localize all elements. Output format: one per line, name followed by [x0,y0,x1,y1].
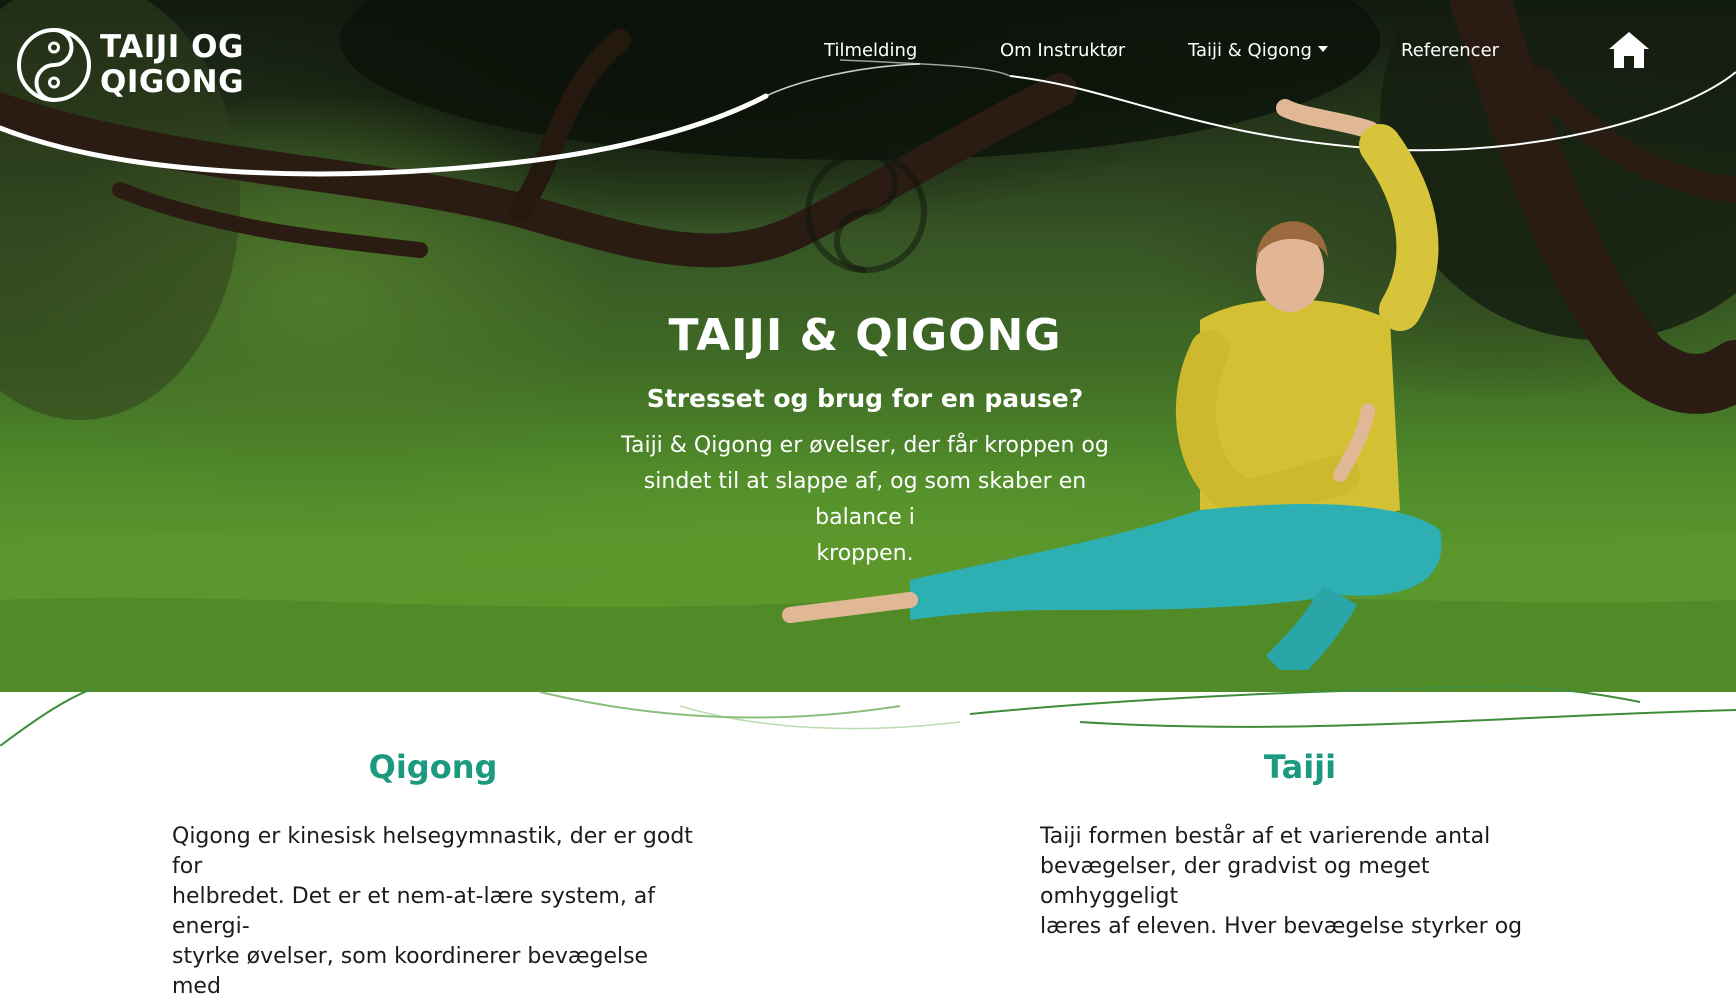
hero-description-line: Taiji & Qigong er øvelser, der får kropp… [621,433,1109,458]
section-text-line: Qigong er kinesisk helsegymnastik, der e… [172,824,693,879]
hero-banner: TAIJI OG QIGONG Tilmelding Om Instruktør… [0,0,1736,692]
hero-title: TAIJI & QIGONG [668,310,1062,361]
hero-description: Taiji & Qigong er øvelser, der får kropp… [600,428,1130,572]
caret-down-icon [1317,46,1328,52]
wave-divider [0,686,1736,746]
nav-item-taiji-qigong-label: Taiji & Qigong [1188,40,1312,61]
section-text-line: bevægelser, der gradvist og meget omhygg… [1040,854,1430,909]
hero-description-line: kroppen. [816,541,914,566]
section-text-taiji: Taiji formen består af et varierende ant… [1040,822,1570,942]
hero-description-line: sindet til at slappe af, og som skaber e… [643,469,1087,530]
instructor-figure [782,99,1442,670]
nav-item-referencer[interactable]: Referencer [1401,37,1499,65]
logo-line-2: QIGONG [100,64,245,100]
nav-item-om-instruktor[interactable]: Om Instruktør [1000,37,1125,65]
home-icon[interactable] [1607,30,1651,70]
section-text-line: styrke øvelser, som koordinerer bevægels… [172,944,649,999]
hero-subtitle: Stresset og brug for en pause? [646,384,1084,413]
section-text-qigong: Qigong er kinesisk helsegymnastik, der e… [172,822,702,1002]
section-text-line: Taiji formen består af et varierende ant… [1040,824,1491,849]
nav-item-taiji-qigong[interactable]: Taiji & Qigong [1188,37,1328,65]
nav-item-tilmelding[interactable]: Tilmelding [824,37,917,65]
section-title-taiji: Taiji [1263,748,1337,786]
main-nav: Tilmelding Om Instruktør Taiji & Qigong … [0,37,1736,67]
section-text-line: helbredet. Det er et nem-at-lære system,… [172,884,656,939]
section-title-qigong: Qigong [368,748,498,786]
section-text-line: læres af eleven. Hver bevægelse styrker … [1040,914,1523,939]
